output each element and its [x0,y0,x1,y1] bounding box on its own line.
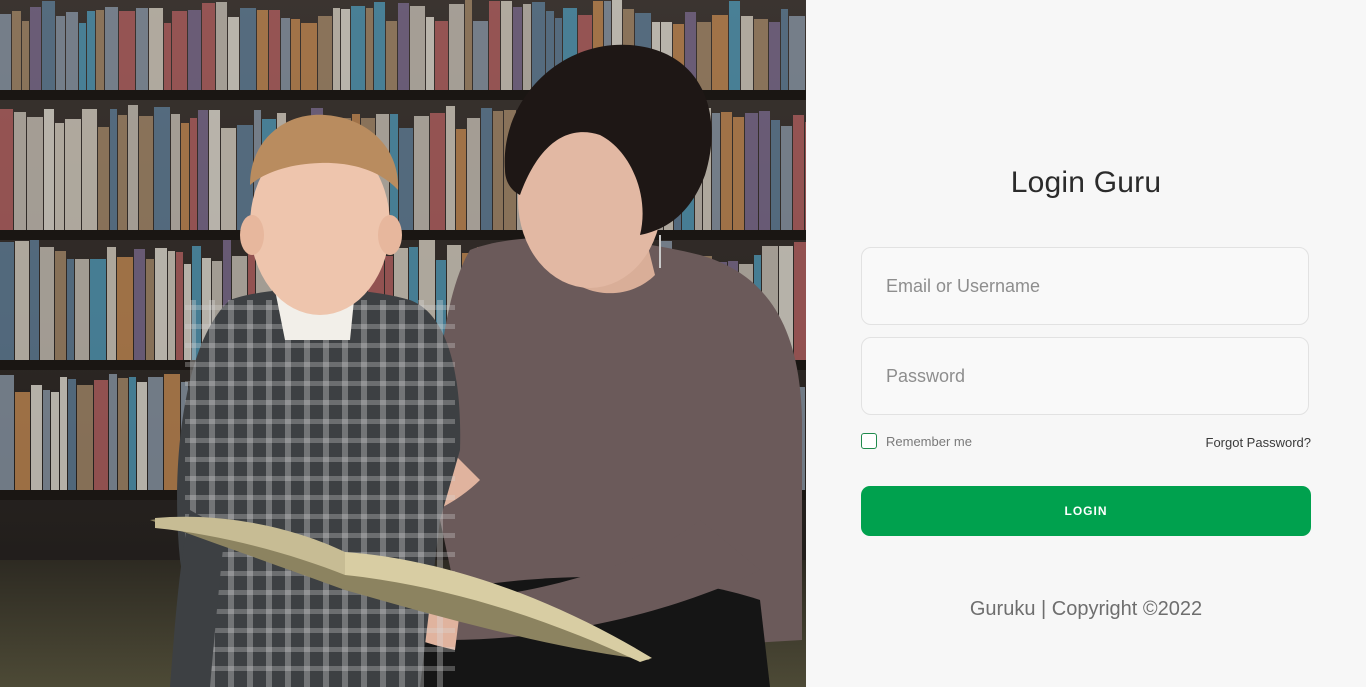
photo-illustration [0,0,806,687]
email-username-input[interactable] [861,247,1309,325]
library-photo [0,0,806,687]
login-page: Login Guru Remember me Forgot Password? … [0,0,1366,687]
remember-me-label: Remember me [886,433,972,449]
login-button[interactable]: LOGIN [861,486,1311,536]
copyright-footer: Guruku | Copyright ©2022 [969,598,1203,620]
remember-me[interactable]: Remember me [861,433,972,449]
login-title: Login Guru [1010,166,1162,199]
login-panel: Login Guru Remember me Forgot Password? … [806,0,1366,687]
remember-me-checkbox[interactable] [861,433,877,449]
forgot-password-link[interactable]: Forgot Password? [1206,435,1312,450]
password-input[interactable] [861,337,1309,415]
